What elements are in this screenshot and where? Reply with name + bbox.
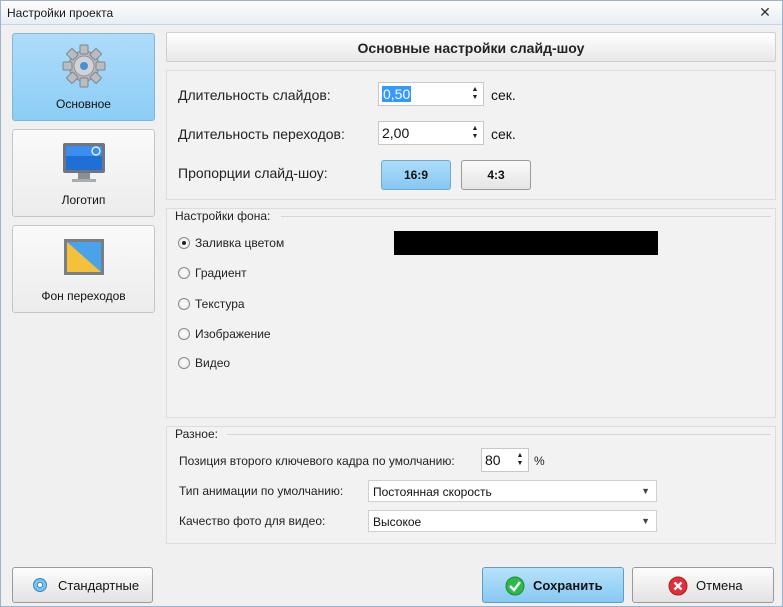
- animation-type-value: Постоянная скорость: [373, 485, 492, 499]
- gear-icon: [60, 42, 108, 93]
- radio-label: Видео: [195, 356, 231, 370]
- sidebar-item-label: Основное: [56, 97, 111, 111]
- transition-duration-label: Длительность переходов:: [178, 126, 345, 142]
- settings-gear-icon: [31, 576, 49, 597]
- photo-quality-select[interactable]: Высокое ▼: [368, 510, 657, 532]
- keyframe-unit: %: [534, 454, 545, 468]
- stepper-arrows-icon[interactable]: ▲ ▼: [471, 86, 479, 102]
- radio-icon: [178, 267, 190, 279]
- keyframe-value: 80: [485, 452, 501, 468]
- picture-icon: [63, 238, 105, 283]
- animation-type-label: Тип анимации по умолчанию:: [179, 484, 344, 498]
- window-title: Настройки проекта: [7, 6, 114, 20]
- aspect-ratio-label: Пропорции слайд-шоу:: [178, 165, 328, 181]
- sidebar-item-general[interactable]: Основное: [12, 33, 155, 121]
- page-title: Основные настройки слайд-шоу: [357, 40, 585, 56]
- radio-label: Заливка цветом: [195, 236, 285, 250]
- background-group-title: Настройки фона:: [175, 209, 271, 223]
- close-icon[interactable]: ✕: [756, 3, 774, 21]
- radio-label: Градиент: [195, 266, 247, 280]
- keyframe-label: Позиция второго ключевого кадра по умолч…: [179, 454, 455, 468]
- radio-checked-icon: [178, 237, 190, 249]
- title-bar[interactable]: Настройки проекта ✕: [1, 1, 782, 25]
- radio-label: Изображение: [195, 327, 271, 341]
- divider: [281, 216, 771, 217]
- chevron-down-icon: ▼: [641, 486, 650, 496]
- chevron-down-icon: ▼: [641, 516, 650, 526]
- cancel-button[interactable]: Отмена: [632, 567, 774, 603]
- cancel-button-label: Отмена: [696, 578, 743, 593]
- animation-type-select[interactable]: Постоянная скорость ▼: [368, 480, 657, 502]
- slide-duration-unit: сек.: [491, 87, 516, 103]
- check-icon: [505, 576, 525, 599]
- cancel-x-icon: [668, 576, 688, 599]
- divider: [227, 434, 771, 435]
- project-settings-window: Настройки проекта ✕ Основное Логотип Фон…: [0, 0, 783, 607]
- save-button-label: Сохранить: [533, 578, 603, 593]
- monitor-icon: [61, 140, 107, 189]
- transition-duration-value: 2,00: [382, 125, 410, 141]
- slide-duration-label: Длительность слайдов:: [178, 87, 331, 103]
- slide-duration-stepper[interactable]: 0,50 ▲ ▼: [378, 82, 484, 106]
- sidebar-item-label: Фон переходов: [41, 289, 126, 303]
- transition-duration-unit: сек.: [491, 126, 516, 142]
- radio-icon: [178, 357, 190, 369]
- radio-icon: [178, 298, 190, 310]
- radio-label: Текстура: [195, 297, 245, 311]
- stepper-arrows-icon[interactable]: ▲ ▼: [471, 125, 479, 141]
- stepper-arrows-icon[interactable]: ▲ ▼: [516, 452, 524, 468]
- sidebar-item-label: Логотип: [61, 193, 106, 207]
- aspect-4-3-button[interactable]: 4:3: [461, 160, 531, 190]
- radio-icon: [178, 328, 190, 340]
- photo-quality-value: Высокое: [373, 515, 422, 529]
- aspect-16-9-button[interactable]: 16:9: [381, 160, 451, 190]
- misc-group-title: Разное:: [175, 427, 218, 441]
- slide-duration-value: 0,50: [382, 86, 412, 102]
- photo-quality-label: Качество фото для видео:: [179, 514, 326, 528]
- defaults-button[interactable]: Стандартные: [12, 567, 153, 603]
- transition-duration-stepper[interactable]: 2,00 ▲ ▼: [378, 121, 484, 145]
- save-button[interactable]: Сохранить: [482, 567, 624, 603]
- defaults-button-label: Стандартные: [58, 578, 140, 593]
- section-header: Основные настройки слайд-шоу: [166, 32, 776, 62]
- fill-color-swatch[interactable]: [394, 231, 658, 255]
- keyframe-stepper[interactable]: 80 ▲ ▼: [481, 448, 529, 472]
- sidebar-item-transition-background[interactable]: Фон переходов: [12, 225, 155, 313]
- sidebar-item-logo[interactable]: Логотип: [12, 129, 155, 217]
